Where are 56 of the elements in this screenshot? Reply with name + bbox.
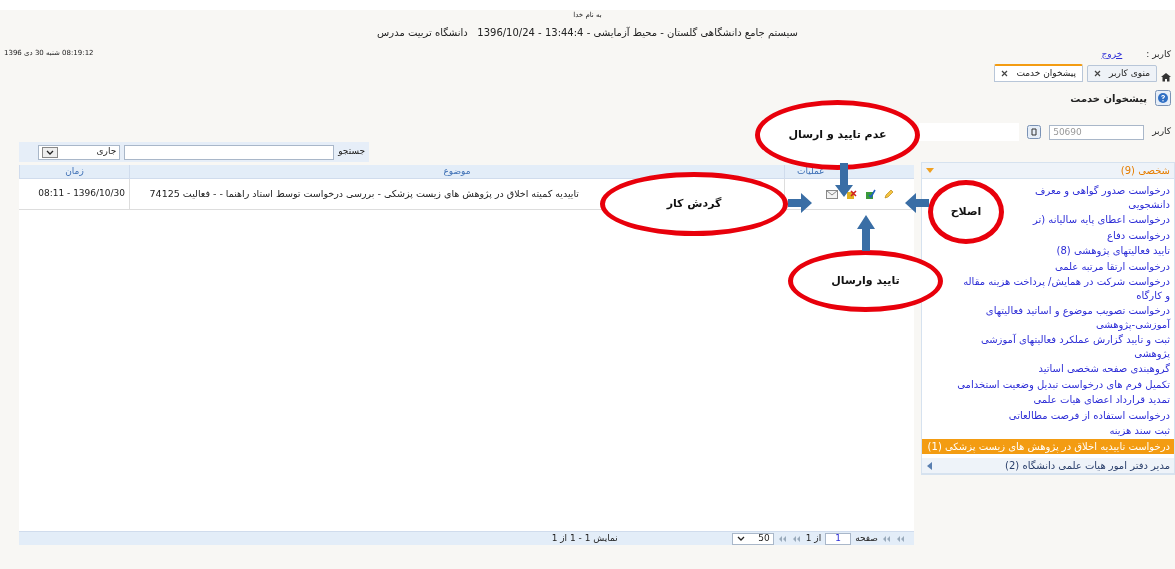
sidebar-item[interactable]: درخواست دفاع [1102,227,1174,243]
caret-icon[interactable] [926,167,934,174]
sidebar-item[interactable]: درخواست صدور گواهی و معرف دانشجویی [1031,183,1174,212]
sidebar-item[interactable]: تمدید قرارداد اعضای هیات علمی [1029,392,1174,408]
sidebar-item[interactable]: تایید فعالیتهای پژوهشی (8) [1052,243,1174,259]
close-icon[interactable] [1094,69,1102,77]
search-field[interactable] [124,144,335,160]
sidebar-item[interactable]: ثبت و تایید گزارش عملکرد فعالیتهای آموزشی پژوهشی [952,332,1174,361]
pager-arrow-icon[interactable] [882,534,892,543]
callout-text: عدم تایید و ارسال [788,126,887,143]
sidebar-item[interactable]: تکمیل فرم های درخواست تبدیل وضعیت استخدامی [953,376,1174,392]
sidebar-item[interactable]: گروهبندی صفحه شخصی اساتید [1034,361,1174,377]
page-count: از 1 [805,531,822,545]
page-size-value: 50 [758,531,770,545]
system-title: سیستم جامع دانشگاهی گلستان - محیط آزمایشی - 13:44:4 - 1396/10/24 دانشگاه تربیت مدرس [376,25,799,40]
page-label: صفحه [855,531,878,545]
caret-icon[interactable] [926,461,932,470]
callout-text: گردش کار [666,195,722,212]
pager-arrow-icon[interactable] [791,534,802,543]
lookup-icon[interactable] [1027,125,1042,139]
search-label: جستجو [338,145,365,159]
approve-icon[interactable] [865,188,876,200]
pager-arrow-icon[interactable] [896,534,906,543]
sidebar-item[interactable]: درخواست ارتقا مرتبه علمی [1050,258,1174,274]
status-value: جاری [96,145,117,159]
arrow-icon [835,163,853,197]
arrow-icon [857,215,875,251]
user-label: کاربر : [1146,47,1171,61]
subject-cell-text: تاییدیه کمیته اخلاق در پژوهش های زیست پزشکی - بررسی درخواست توسط استاد راهنما - - فعالیت 74125 [149,186,579,201]
callout-text: تایید وارسال [831,272,900,289]
pager-summary: نمایش 1 - 1 از 1 [551,531,618,545]
page-size-dropdown[interactable]: 50 [731,532,774,545]
envelope-icon[interactable] [826,189,838,199]
sidebar-item[interactable]: درخواست تصویب موضوع و اساتید فعالیتهای آموزشی-پژوهشی [952,303,1174,332]
sidebar-item[interactable]: درخواست استفاده از فرصت مطالعاتی [1004,407,1174,423]
sidebar-item[interactable]: درخواست شرکت در همایش/ پرداخت هزینه مقاله و کارگاه [952,274,1174,303]
column-header: زمان [19,165,129,178]
time-cell: 1396/10/30 - 08:11 [38,187,125,201]
home-icon [1161,72,1171,82]
chevron-icon[interactable] [735,534,746,543]
arrow-icon [905,193,929,213]
user-label: کاربر [1152,125,1171,139]
pencil-icon[interactable] [884,189,894,199]
sidebar-item[interactable]: ثبت سند هزینه [1105,423,1174,439]
arrow-icon [788,193,812,213]
callout-text: اصلاح [950,203,982,220]
status-dropdown[interactable]: جاری [38,144,121,160]
chevron-icon[interactable] [42,146,59,158]
close-icon[interactable] [1001,69,1009,77]
sidebar-item[interactable]: درخواست اعطای پایه سالیانه (تر [1029,212,1174,228]
help-icon[interactable] [1155,90,1171,106]
page-title: پیشخوان خدمت [1070,91,1147,106]
page-field[interactable]: 1 [825,532,852,545]
logout-link[interactable]: خروج [1101,47,1123,61]
pager-arrow-icon[interactable] [777,534,788,543]
name-field[interactable] [919,123,1020,141]
